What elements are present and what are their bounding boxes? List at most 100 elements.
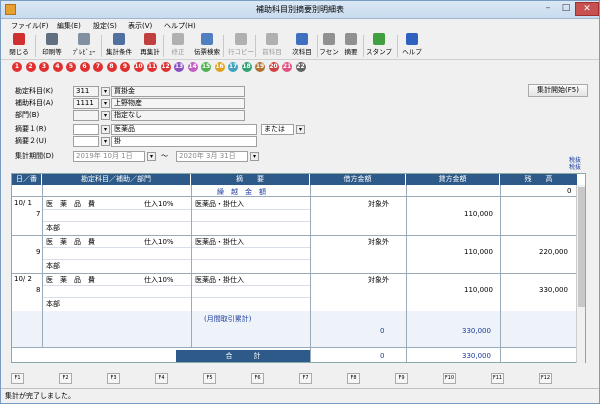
divider xyxy=(12,347,577,348)
number-button-7[interactable]: 7 xyxy=(93,62,103,72)
function-key-f7[interactable]: F7 xyxy=(299,373,312,384)
number-button-17[interactable]: 17 xyxy=(228,62,238,72)
close-window-button[interactable]: ✕ xyxy=(575,2,599,16)
logic-select[interactable]: または xyxy=(261,124,294,135)
period-from-field[interactable]: 2019年 10月 1日 xyxy=(73,151,145,162)
function-key-f1[interactable]: F1 xyxy=(11,373,24,384)
toolbar-button-4[interactable]: 再集計 xyxy=(137,32,163,59)
number-button-1[interactable]: 1 xyxy=(12,62,22,72)
number-button-2[interactable]: 2 xyxy=(25,62,36,72)
toolbar-button-5[interactable]: 修正 xyxy=(167,32,189,59)
memo1-label: 摘要１(R) xyxy=(15,125,47,133)
vertical-scrollbar[interactable] xyxy=(576,185,585,363)
toolbar-button-3[interactable]: 集計条件 xyxy=(105,32,133,59)
number-button-14[interactable]: 14 xyxy=(187,62,198,72)
function-key-f9[interactable]: F9 xyxy=(395,373,408,384)
toolbar-separator xyxy=(317,35,318,57)
toolbar-button-10[interactable]: フセン xyxy=(319,32,339,59)
memo1-code-field[interactable] xyxy=(73,124,99,135)
memo2-dropdown-icon[interactable]: ▾ xyxy=(101,137,110,146)
toolbar-button-0[interactable]: 閉じる xyxy=(7,32,31,59)
toolbar-button-11[interactable]: 摘要 xyxy=(341,32,361,59)
monthly-credit: 330,000 xyxy=(462,327,491,335)
toolbar-button-1[interactable]: 印刷等 xyxy=(39,32,65,59)
number-button-21[interactable]: 21 xyxy=(282,62,292,72)
toolbar-button-12[interactable]: スタンプ xyxy=(365,32,393,59)
number-button-10[interactable]: 10 xyxy=(133,62,144,72)
number-button-3[interactable]: 3 xyxy=(39,62,49,72)
number-button-22[interactable]: 22 xyxy=(295,62,306,72)
menu-item-2[interactable]: 設定(S) xyxy=(93,21,117,31)
toolbar-icon-9 xyxy=(296,33,308,45)
scrollbar-thumb[interactable] xyxy=(578,187,585,307)
menu-item-0[interactable]: ファイル(F) xyxy=(11,21,49,31)
dept-dropdown-icon[interactable]: ▾ xyxy=(101,111,110,120)
number-button-18[interactable]: 18 xyxy=(241,62,252,72)
number-button-9[interactable]: 9 xyxy=(120,62,130,72)
number-button-4[interactable]: 4 xyxy=(52,62,63,72)
function-key-f8[interactable]: F8 xyxy=(347,373,360,384)
function-key-f11[interactable]: F11 xyxy=(491,373,504,384)
number-button-13[interactable]: 13 xyxy=(174,62,184,72)
number-button-15[interactable]: 15 xyxy=(201,62,211,72)
function-key-f6[interactable]: F6 xyxy=(251,373,264,384)
number-button-12[interactable]: 12 xyxy=(160,62,171,72)
toolbar-button-13[interactable]: ヘルプ xyxy=(401,32,423,59)
table-row[interactable]: 9 医 薬 品 費 仕入10% 本部 医薬品・掛仕入 対象外 110,000 220,000 xyxy=(12,235,577,273)
number-button-6[interactable]: 6 xyxy=(79,62,90,72)
dept-label: 部門(B) xyxy=(15,111,40,119)
toolbar-button-8[interactable]: 前科目 xyxy=(259,32,285,59)
cell-divider xyxy=(42,285,191,286)
row-memo: 医薬品・掛仕入 xyxy=(195,276,244,284)
cell-divider xyxy=(191,297,310,298)
toolbar-button-6[interactable]: 伝票検索 xyxy=(191,32,223,59)
minimize-button[interactable]: – xyxy=(539,2,557,16)
function-key-f12[interactable]: F12 xyxy=(539,373,552,384)
cell-divider xyxy=(191,221,310,222)
function-key-bar: F1 F2 F3 F4 F5 F6 F7 F8 F9 F10 F11 F12 xyxy=(1,373,600,387)
number-button-16[interactable]: 16 xyxy=(214,62,225,72)
period-to-field[interactable]: 2020年 3月 31日 xyxy=(176,151,248,162)
row-tax-type: 仕入10% xyxy=(144,238,174,246)
table-row[interactable]: 10/ 2 8 医 薬 品 費 仕入10% 本部 医薬品・掛仕入 対象外 110,000 330… xyxy=(12,273,577,311)
col-header-account: 勘定科目／補助／部門 xyxy=(42,174,191,185)
menu-item-1[interactable]: 編集(E) xyxy=(57,21,81,31)
function-key-f4[interactable]: F4 xyxy=(155,373,168,384)
cell-divider xyxy=(191,259,310,260)
memo1-text-field[interactable]: 医薬品 xyxy=(111,124,257,135)
memo2-text-field[interactable]: 掛 xyxy=(111,136,257,147)
function-key-f10[interactable]: F10 xyxy=(443,373,456,384)
function-key-f3[interactable]: F3 xyxy=(107,373,120,384)
function-key-f5[interactable]: F5 xyxy=(203,373,216,384)
memo2-code-field[interactable] xyxy=(73,136,99,147)
menu-item-4[interactable]: ヘルプ(H) xyxy=(164,21,196,31)
logic-dropdown-icon[interactable]: ▾ xyxy=(296,125,305,134)
number-button-11[interactable]: 11 xyxy=(147,62,157,72)
memo1-dropdown-icon[interactable]: ▾ xyxy=(101,125,110,134)
tax-mode-label[interactable]: 税抜 税抜 xyxy=(569,157,581,171)
toolbar-button-2[interactable]: ﾌﾟﾚﾋﾞｭｰ xyxy=(69,32,99,59)
toolbar-button-9[interactable]: 次科目 xyxy=(289,32,315,59)
total-credit: 330,000 xyxy=(462,352,491,360)
table-row[interactable]: 10/ 1 7 医 薬 品 費 仕入10% 本部 医薬品・掛仕入 対象外 110,000 xyxy=(12,197,577,235)
row-debit-note: 対象外 xyxy=(368,200,389,208)
maximize-button[interactable]: □ xyxy=(557,2,575,16)
row-balance: 220,000 xyxy=(539,248,568,256)
account-dropdown-icon[interactable]: ▾ xyxy=(101,87,110,96)
function-key-f2[interactable]: F2 xyxy=(59,373,72,384)
toolbar-label-12: スタンプ xyxy=(366,48,392,56)
start-aggregate-button[interactable]: 集計開始(F5) xyxy=(528,84,588,97)
number-button-5[interactable]: 5 xyxy=(66,62,76,72)
number-button-20[interactable]: 20 xyxy=(268,62,279,72)
sub-account-code-field[interactable]: 1111 xyxy=(73,98,99,109)
menu-item-3[interactable]: 表示(V) xyxy=(128,21,152,31)
number-button-8[interactable]: 8 xyxy=(106,62,117,72)
dept-code-field[interactable] xyxy=(73,110,99,121)
account-code-field[interactable]: 311 xyxy=(73,86,99,97)
number-button-19[interactable]: 19 xyxy=(255,62,265,72)
row-debit-note: 対象外 xyxy=(368,276,389,284)
period-to-dropdown-icon[interactable]: ▾ xyxy=(250,152,259,161)
period-from-dropdown-icon[interactable]: ▾ xyxy=(147,152,156,161)
toolbar-button-7[interactable]: 行コピー xyxy=(227,32,255,59)
sub-account-dropdown-icon[interactable]: ▾ xyxy=(101,99,110,108)
